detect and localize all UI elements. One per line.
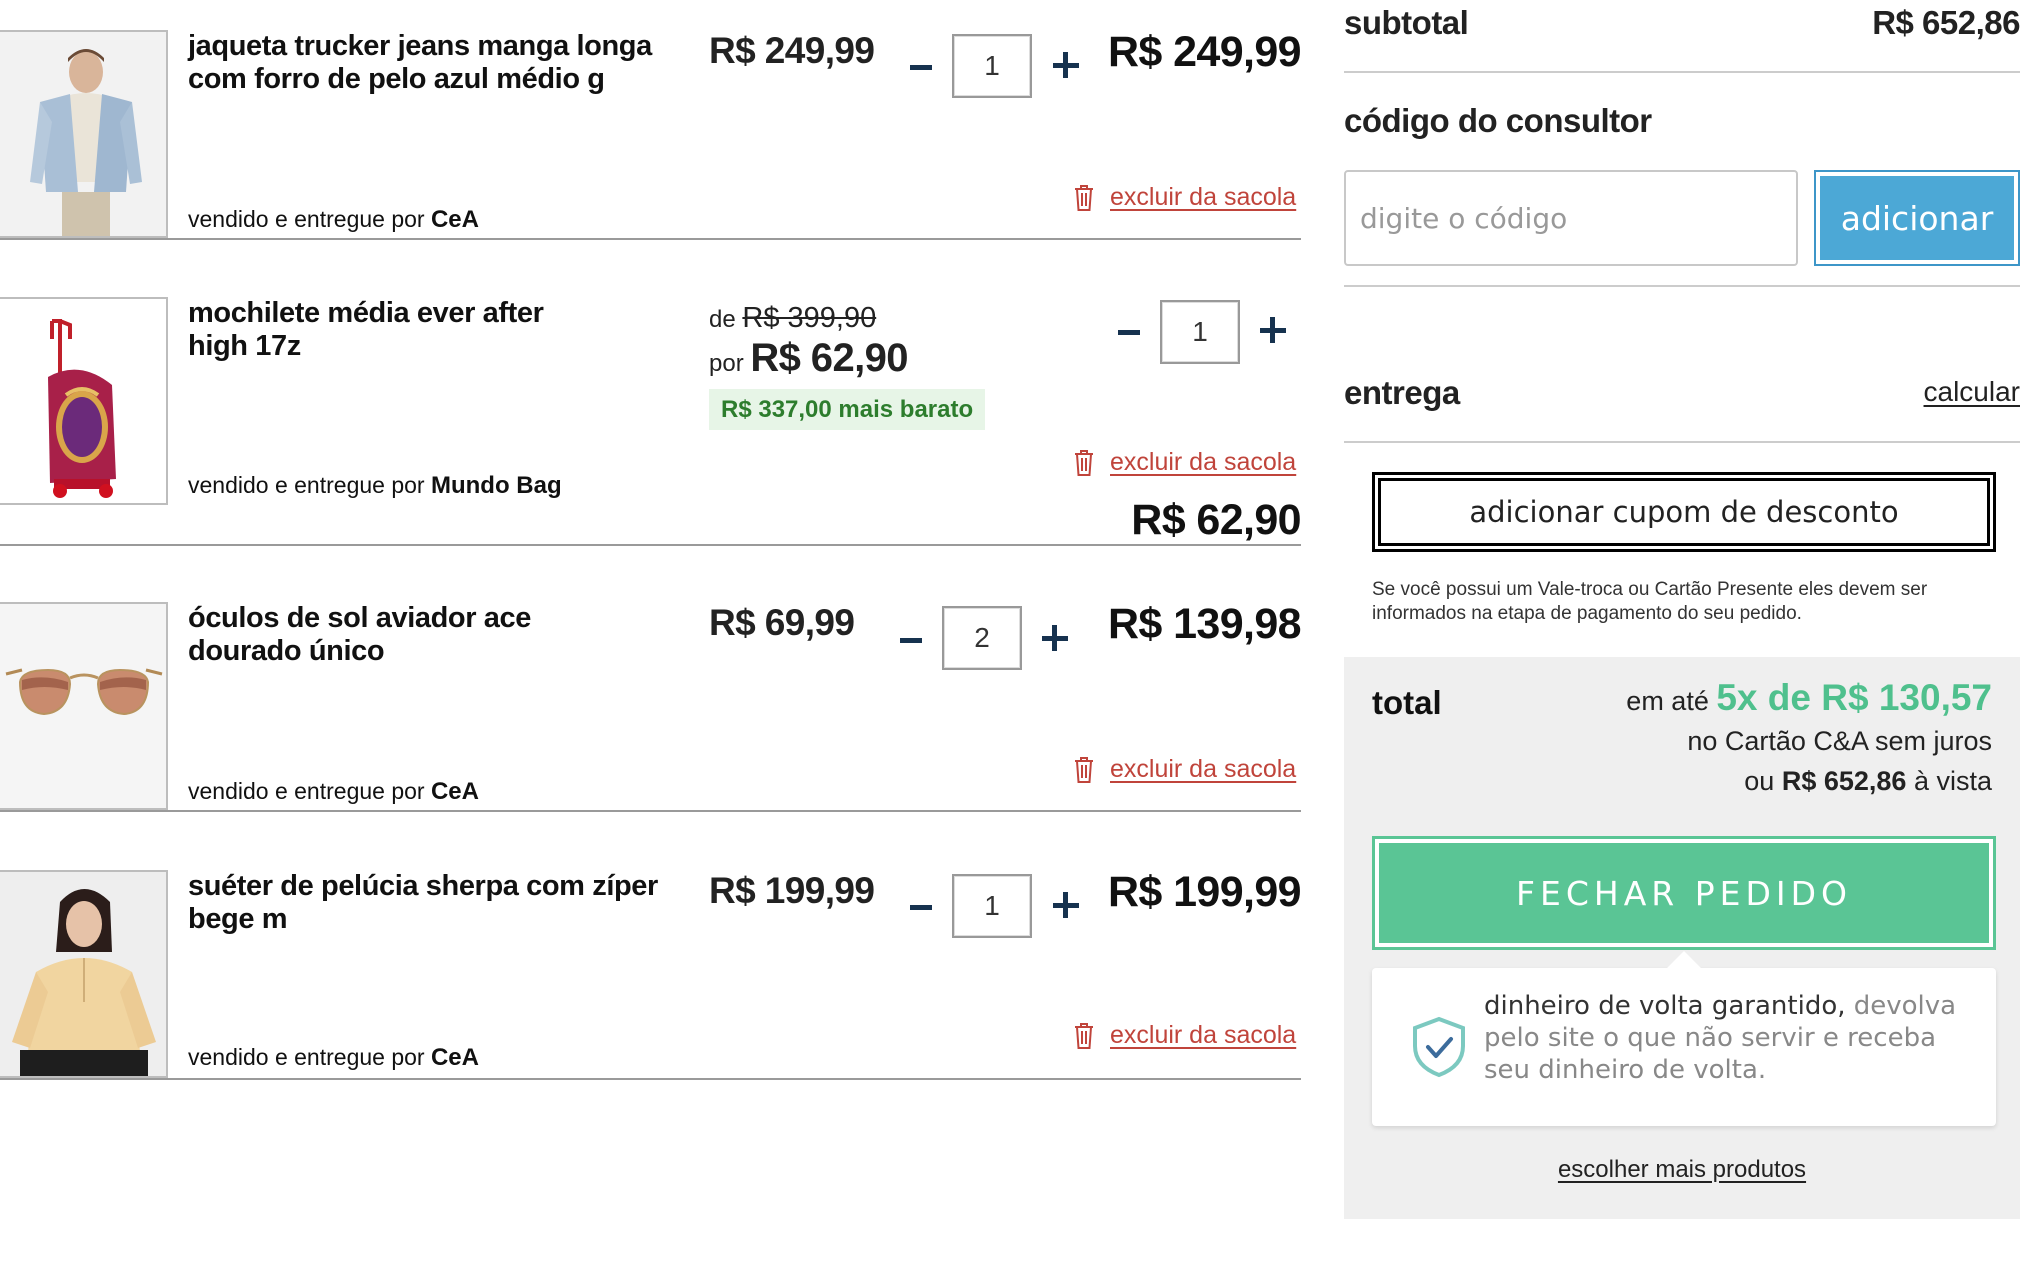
product-image-backpack[interactable] xyxy=(0,297,168,505)
remove-item-label: excluir da sacola xyxy=(1110,182,1297,211)
cash-prefix: ou xyxy=(1744,766,1775,796)
seller-name: Mundo Bag xyxy=(430,472,562,499)
consultant-code-input[interactable] xyxy=(1344,170,1798,266)
cart-item: jaqueta trucker jeans manga longa com fo… xyxy=(0,0,1302,240)
coupon-section: adicionar cupom de desconto Se você poss… xyxy=(1344,444,2020,657)
line-total: R$ 139,98 xyxy=(1107,600,1302,648)
remove-item-link[interactable]: excluir da sacola xyxy=(1072,445,1296,479)
consultant-code-title: código do consultor xyxy=(1344,102,1652,139)
original-price: de R$ 399,90 xyxy=(709,302,876,335)
installment-value: 5x de R$ 130,57 xyxy=(1716,677,1992,718)
decrease-quantity-button[interactable] xyxy=(1114,315,1148,349)
product-image-sunglasses[interactable] xyxy=(0,602,168,810)
trash-icon xyxy=(1075,185,1093,211)
checkout-button[interactable]: FECHAR PEDIDO xyxy=(1372,836,1996,950)
original-price-value: R$ 399,90 xyxy=(742,302,877,334)
divider xyxy=(1344,285,2020,287)
line-total: R$ 249,99 xyxy=(1107,28,1302,76)
sale-price: por R$ 62,90 xyxy=(709,336,909,381)
increase-quantity-button[interactable] xyxy=(1038,622,1072,656)
add-consultant-code-button[interactable]: adicionar xyxy=(1814,170,2020,266)
remove-item-link[interactable]: excluir da sacola xyxy=(1072,1018,1296,1052)
unit-price: R$ 69,99 xyxy=(709,602,855,643)
remove-item-label: excluir da sacola xyxy=(1110,754,1297,783)
guarantee-title: dinheiro de volta garantido, xyxy=(1484,991,1846,1021)
calculate-shipping-link[interactable]: calcular xyxy=(1924,376,2020,408)
quantity-input[interactable]: 1 xyxy=(1160,300,1240,364)
seller-prefix: vendido e entregue por xyxy=(188,1044,425,1070)
product-name[interactable]: jaqueta trucker jeans manga longa com fo… xyxy=(188,30,658,96)
seller-info: vendido e entregue por Mundo Bag xyxy=(188,472,562,500)
quantity-input[interactable]: 1 xyxy=(952,34,1032,98)
subtotal-row: subtotal R$ 652,86 xyxy=(1344,0,2020,73)
seller-info: vendido e entregue por CeA xyxy=(188,1044,479,1072)
shield-check-icon xyxy=(1413,1016,1465,1078)
remove-item-label: excluir da sacola xyxy=(1110,1020,1297,1049)
increase-quantity-button[interactable] xyxy=(1049,889,1083,923)
gift-card-note: Se você possui um Vale-troca ou Cartão P… xyxy=(1372,579,1928,624)
cash-suffix: à vista xyxy=(1913,766,1992,796)
seller-name: CeA xyxy=(430,778,479,805)
unit-price: R$ 199,99 xyxy=(709,870,875,911)
decrease-quantity-button[interactable] xyxy=(896,623,930,657)
trash-icon xyxy=(1075,1023,1093,1049)
seller-name: CeA xyxy=(430,206,479,233)
cash-price-line: ou R$ 652,86 à vista xyxy=(1626,761,1992,801)
quantity-input[interactable]: 2 xyxy=(942,606,1022,670)
product-name[interactable]: óculos de sol aviador ace dourado único xyxy=(188,602,648,668)
seller-prefix: vendido e entregue por xyxy=(188,206,425,232)
product-image-jacket[interactable] xyxy=(0,30,168,238)
installment-terms: no Cartão C&A sem juros xyxy=(1687,726,1992,756)
subtotal-value: R$ 652,86 xyxy=(1872,4,2020,41)
increase-quantity-button[interactable] xyxy=(1049,49,1083,83)
seller-info: vendido e entregue por CeA xyxy=(188,778,479,806)
remove-item-label: excluir da sacola xyxy=(1110,447,1297,476)
cart-item: suéter de pelúcia sherpa com zíper bege … xyxy=(0,812,1302,1080)
add-coupon-button[interactable]: adicionar cupom de desconto xyxy=(1372,472,1996,552)
product-name[interactable]: suéter de pelúcia sherpa com zíper bege … xyxy=(188,870,658,936)
original-price-prefix: de xyxy=(709,306,736,333)
seller-name: CeA xyxy=(430,1044,479,1071)
seller-prefix: vendido e entregue por xyxy=(188,778,425,804)
remove-item-link[interactable]: excluir da sacola xyxy=(1072,180,1296,214)
trash-icon xyxy=(1075,757,1093,783)
unit-price: R$ 249,99 xyxy=(709,30,875,71)
installment-prefix: em até xyxy=(1626,686,1709,716)
remove-item-link[interactable]: excluir da sacola xyxy=(1072,752,1296,786)
product-image-sweater[interactable] xyxy=(0,870,168,1078)
continue-shopping-link[interactable]: escolher mais produtos xyxy=(1344,1156,2020,1184)
money-back-guarantee: dinheiro de volta garantido, devolva pel… xyxy=(1372,968,1996,1126)
subtotal-label: subtotal xyxy=(1344,4,1469,41)
increase-quantity-button[interactable] xyxy=(1256,314,1290,348)
decrease-quantity-button[interactable] xyxy=(906,890,940,924)
cart-item: óculos de sol aviador ace dourado único … xyxy=(0,546,1302,812)
cash-value: R$ 652,86 xyxy=(1781,766,1907,796)
decrease-quantity-button[interactable] xyxy=(906,50,940,84)
cart-item: mochilete média ever after high 17z vend… xyxy=(0,240,1302,546)
checkout-panel: adicionar cupom de desconto Se você poss… xyxy=(1344,444,2020,1219)
installment-info: em até 5x de R$ 130,57 no Cartão C&A sem… xyxy=(1626,678,1992,801)
quantity-input[interactable]: 1 xyxy=(952,874,1032,938)
line-total: R$ 62,90 xyxy=(1131,496,1301,544)
divider xyxy=(1344,441,2020,443)
product-name[interactable]: mochilete média ever after high 17z xyxy=(188,297,608,363)
trash-icon xyxy=(1075,450,1093,476)
sale-price-prefix: por xyxy=(709,350,744,377)
shipping-label: entrega xyxy=(1344,374,1460,411)
guarantee-text: dinheiro de volta garantido, devolva pel… xyxy=(1484,990,1964,1086)
line-total: R$ 199,99 xyxy=(1107,868,1302,916)
sale-price-value: R$ 62,90 xyxy=(750,336,908,380)
discount-badge: R$ 337,00 mais barato xyxy=(709,389,986,430)
total-label: total xyxy=(1372,684,1442,721)
seller-info: vendido e entregue por CeA xyxy=(188,206,479,234)
installment-line: em até 5x de R$ 130,57 xyxy=(1626,678,1992,721)
seller-prefix: vendido e entregue por xyxy=(188,472,425,498)
